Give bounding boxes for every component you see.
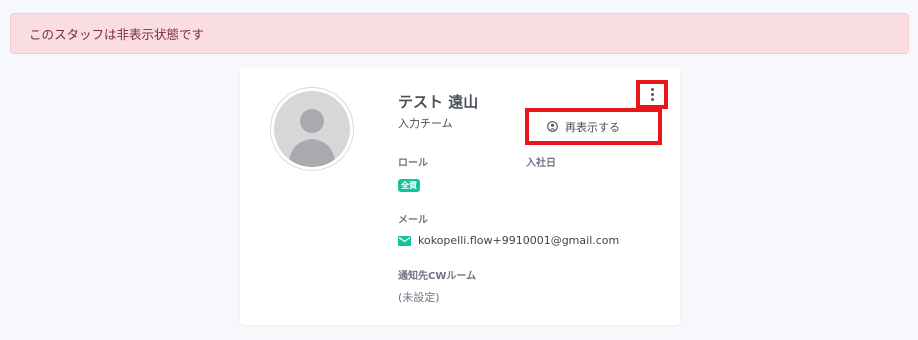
cw-room-value: (未設定) bbox=[398, 291, 440, 304]
more-vertical-icon bbox=[650, 88, 654, 101]
alert-text: このスタッフは非表示状態です bbox=[29, 27, 205, 42]
email-value: kokopelli.flow+9910001@gmail.com bbox=[418, 234, 620, 247]
email-label: メール bbox=[398, 215, 428, 226]
staff-profile-card: テスト 遠山 入力チーム ロール 入社日 全資 メール kokopelli.fl… bbox=[240, 67, 680, 325]
staff-name: テスト 遠山 bbox=[398, 93, 479, 111]
more-menu-button[interactable] bbox=[636, 80, 668, 109]
redisplay-label: 再表示する bbox=[565, 120, 620, 134]
user-placeholder-icon bbox=[274, 91, 350, 167]
staff-team: 入力チーム bbox=[398, 117, 453, 130]
cw-room-label: 通知先CWルーム bbox=[398, 271, 477, 282]
redisplay-menu-item[interactable]: 再表示する bbox=[525, 108, 662, 145]
user-circle-icon bbox=[547, 121, 558, 132]
hidden-status-alert: このスタッフは非表示状態です bbox=[10, 13, 909, 54]
role-label: ロール bbox=[398, 158, 428, 169]
email-row: kokopelli.flow+9910001@gmail.com bbox=[398, 234, 619, 247]
mail-icon bbox=[398, 235, 411, 246]
join-date-label: 入社日 bbox=[526, 158, 556, 169]
avatar bbox=[270, 87, 354, 171]
role-badge: 全資 bbox=[398, 179, 420, 192]
